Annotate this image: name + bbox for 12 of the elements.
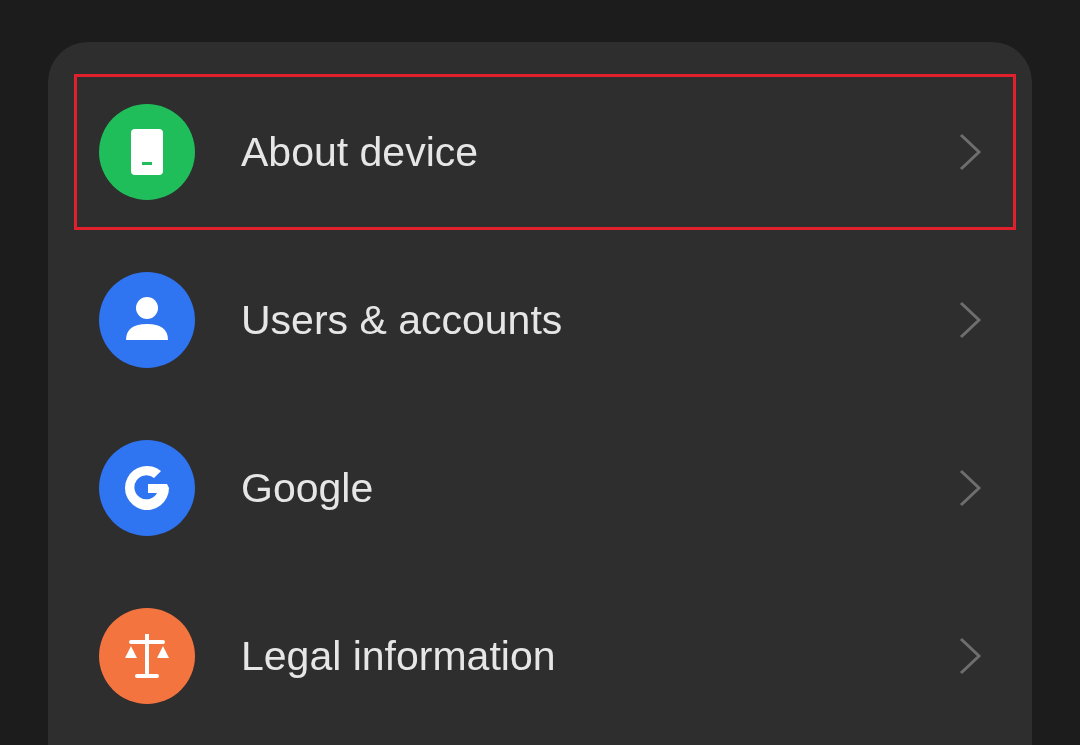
settings-item[interactable]: Users & accounts <box>74 242 1016 398</box>
settings-item[interactable]: About device <box>74 74 1016 230</box>
chevron-right-icon <box>957 636 983 676</box>
item-label: Google <box>241 464 375 512</box>
item-label: About device <box>241 128 480 176</box>
chevron-right-icon <box>957 300 983 340</box>
chevron-right-icon <box>957 132 983 172</box>
settings-item[interactable]: Legal information <box>74 578 1016 734</box>
settings-item[interactable]: Google <box>74 410 1016 566</box>
chevron-right-icon <box>957 468 983 508</box>
item-label: Users & accounts <box>241 296 564 344</box>
item-label: Legal information <box>241 632 557 680</box>
